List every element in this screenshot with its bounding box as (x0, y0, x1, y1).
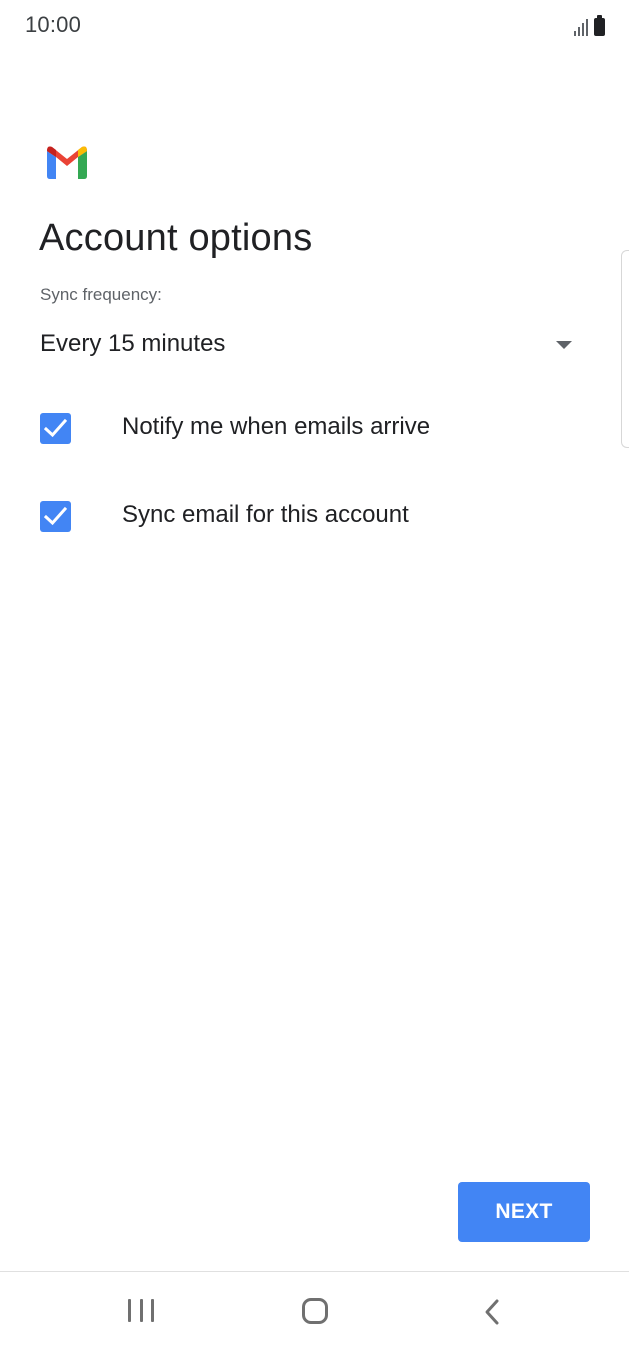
signal-icon (574, 18, 588, 36)
home-icon[interactable] (302, 1298, 328, 1324)
battery-icon (594, 15, 605, 36)
next-button[interactable]: NEXT (458, 1182, 590, 1242)
sync-email-option-label: Sync email for this account (122, 501, 409, 528)
recents-icon[interactable] (128, 1299, 154, 1323)
dropdown-arrow-icon (556, 341, 572, 349)
status-icons (574, 15, 605, 36)
checkmark-icon (44, 506, 67, 526)
sync-frequency-dropdown[interactable]: Every 15 minutes (40, 326, 580, 366)
navigation-bar (0, 1271, 629, 1351)
sync-frequency-value: Every 15 minutes (40, 330, 226, 357)
gmail-logo-icon (47, 146, 87, 179)
page-title: Account options (39, 217, 313, 259)
back-icon[interactable] (482, 1298, 504, 1326)
status-time: 10:00 (25, 12, 82, 37)
sync-email-option-row[interactable]: Sync email for this account (40, 492, 600, 540)
notify-checkbox[interactable] (40, 413, 71, 444)
notify-option-label: Notify me when emails arrive (122, 413, 431, 440)
checkmark-icon (44, 418, 67, 438)
sync-email-checkbox[interactable] (40, 501, 71, 532)
sync-frequency-label: Sync frequency: (40, 285, 162, 304)
notify-option-row[interactable]: Notify me when emails arrive (40, 404, 600, 452)
edge-panel-handle[interactable] (621, 250, 629, 448)
status-bar: 10:00 (0, 0, 629, 56)
